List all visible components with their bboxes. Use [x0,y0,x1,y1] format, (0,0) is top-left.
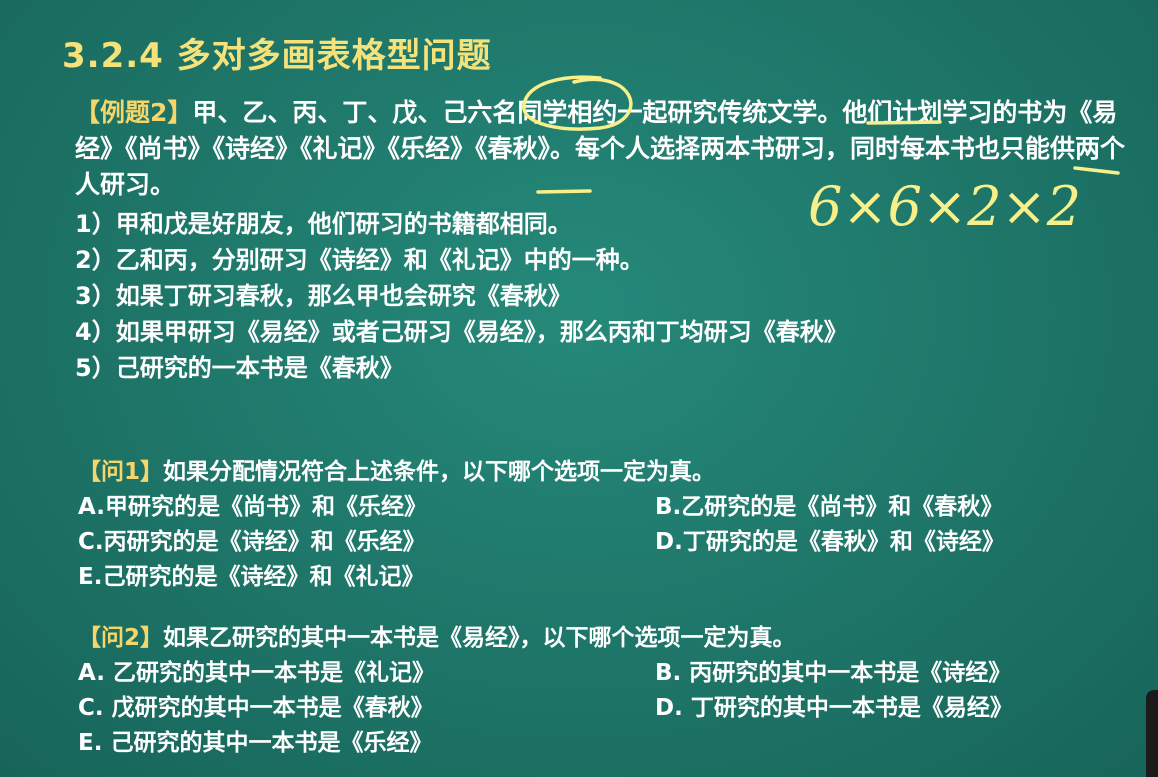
question-2-text: 如果乙研究的其中一本书是《易经》，以下哪个选项一定为真。 [163,625,796,651]
condition-3: 3）如果丁研习春秋，那么甲也会研究《春秋》 [75,282,572,310]
question-1: 【问1】如果分配情况符合上述条件，以下哪个选项一定为真。 [78,452,715,486]
q2-option-e: E. 己研究的其中一本书是《乐经》 [78,730,433,756]
question-1-text: 如果分配情况符合上述条件，以下哪个选项一定为真。 [163,459,716,485]
q1-option-b: B.乙研究的是《尚书》和《春秋》 [655,494,1004,520]
example-paragraph: 【例题2】甲、乙、丙、丁、戊、己六名同学相约一起研究传统文学。他们计划学习的书为… [75,95,1135,203]
condition-2: 2）乙和丙，分别研习《诗经》和《礼记》中的一种。 [75,246,644,274]
condition-5: 5）己研究的一本书是《春秋》 [75,354,404,382]
q1-option-d: D.丁研究的是《春秋》和《诗经》 [655,529,1005,555]
question-2-tag: 【问2】 [78,625,164,651]
example-tag: 【例题2】 [75,98,193,127]
q2-option-d: D. 丁研究的其中一本书是《易经》 [655,695,1013,721]
question-1-tag: 【问1】 [78,459,164,485]
q1-option-e: E.己研究的是《诗经》和《礼记》 [78,564,425,590]
question-2: 【问2】如果乙研究的其中一本书是《易经》，以下哪个选项一定为真。 [78,618,796,652]
slide: 3.2.4 多对多画表格型问题 【例题2】甲、乙、丙、丁、戊、己六名同学相约一起… [0,0,1158,777]
q1-option-c: C.丙研究的是《诗经》和《乐经》 [78,529,426,555]
slide-title: 3.2.4 多对多画表格型问题 [62,36,492,76]
example-text: 甲、乙、丙、丁、戊、己六名同学相约一起研究传统文学。他们计划学习的书为《易经》《… [75,98,1126,199]
q2-option-c: C. 戊研究的其中一本书是《春秋》 [78,695,434,721]
q2-option-a: A. 乙研究的其中一本书是《礼记》 [78,660,435,686]
presenter-edge [1146,690,1158,777]
q1-option-a: A.甲研究的是《尚书》和《乐经》 [78,494,427,520]
q2-option-b: B. 丙研究的其中一本书是《诗经》 [655,660,1012,686]
condition-1: 1）甲和戊是好朋友，他们研习的书籍都相同。 [75,210,572,238]
condition-4: 4）如果甲研习《易经》或者己研习《易经》，那么丙和丁均研习《春秋》 [75,318,848,346]
